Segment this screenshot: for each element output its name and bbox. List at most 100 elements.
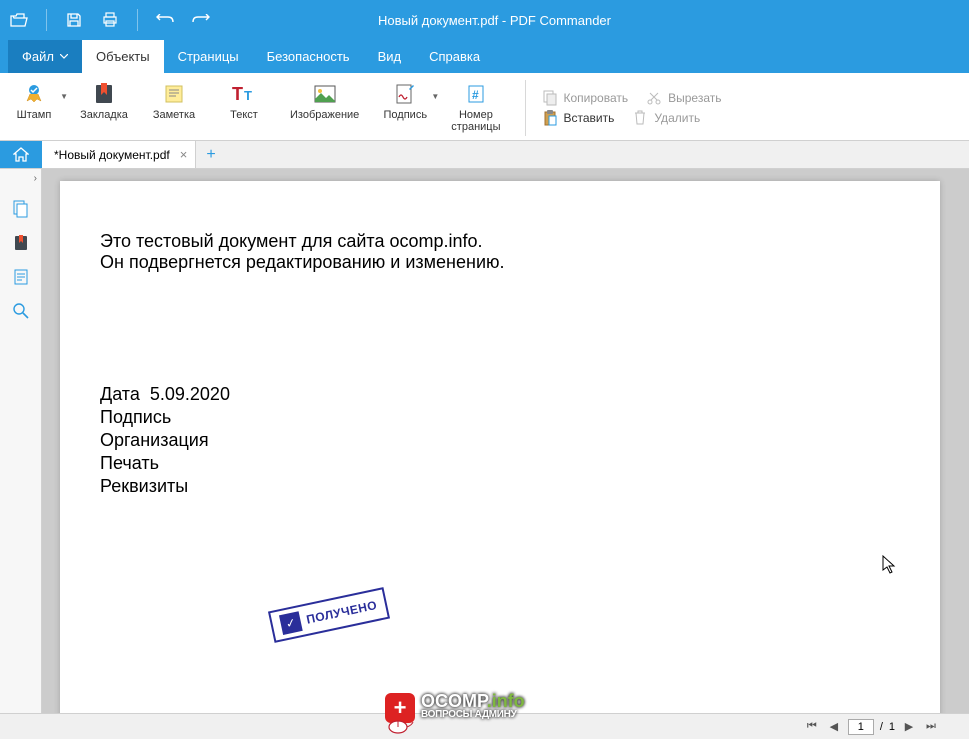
next-page-button[interactable]: ▶ — [901, 720, 917, 733]
menu-file[interactable]: Файл — [8, 40, 82, 73]
quick-access-toolbar — [0, 9, 220, 31]
ribbon-paste-label: Вставить — [564, 111, 615, 125]
ribbon-signature-label: Подпись — [384, 109, 428, 121]
open-icon[interactable] — [10, 11, 28, 29]
doc-text-line1: Это тестовый документ для сайта ocomp.in… — [100, 231, 900, 252]
document-tab-name: *Новый документ.pdf — [54, 148, 170, 162]
sidebar-search-icon[interactable] — [11, 301, 31, 321]
ribbon-note-button[interactable]: Заметка — [150, 82, 198, 133]
ribbon-copy-button: Копировать — [542, 90, 629, 106]
svg-text:T: T — [244, 88, 252, 103]
doc-requisites-label: Реквизиты — [100, 475, 900, 498]
pagenum-icon: # — [462, 82, 490, 106]
svg-text:#: # — [472, 88, 479, 102]
ribbon-delete-button: Удалить — [632, 110, 700, 126]
ribbon-signature-button[interactable]: ▼ Подпись — [381, 82, 429, 133]
menu-file-label: Файл — [22, 49, 54, 64]
print-icon[interactable] — [101, 11, 119, 29]
dropdown-arrow-icon: ▼ — [60, 92, 68, 101]
sidebar-collapse-icon[interactable]: › — [34, 173, 37, 184]
redo-icon[interactable] — [192, 11, 210, 29]
watermark-tagline: ВОПРОСЫ АДМИНУ — [421, 708, 525, 722]
close-tab-button[interactable]: × — [180, 147, 188, 162]
image-icon — [311, 82, 339, 106]
prev-page-button[interactable]: ◀ — [826, 720, 842, 733]
add-tab-button[interactable]: + — [196, 141, 225, 168]
cut-icon — [646, 90, 662, 106]
ribbon-toolbar: ▼ Штамп Закладка Заметка TT Текст Изобр — [0, 73, 969, 141]
watermark-mouse-icon — [388, 720, 414, 734]
ribbon-delete-label: Удалить — [654, 111, 700, 125]
first-page-button[interactable]: ⏮ — [804, 720, 820, 733]
doc-seal-label: Печать — [100, 452, 900, 475]
ribbon-bookmark-label: Закладка — [80, 109, 128, 121]
menu-bar: Файл Объекты Страницы Безопасность Вид С… — [0, 40, 969, 73]
doc-date-label: Дата — [100, 384, 140, 404]
separator — [46, 9, 47, 31]
menu-help[interactable]: Справка — [415, 40, 494, 73]
bookmark-icon — [90, 82, 118, 106]
ribbon-text-label: Текст — [230, 109, 258, 121]
paste-icon — [542, 110, 558, 126]
doc-text-line2: Он подвергнется редактированию и изменен… — [100, 252, 900, 273]
signature-icon — [391, 82, 419, 106]
sidebar: › — [0, 169, 42, 713]
ribbon-text-button[interactable]: TT Текст — [220, 82, 268, 133]
watermark-plus-icon: + — [385, 693, 415, 723]
stamp-text: ПОЛУЧЕНО — [305, 598, 378, 627]
ribbon-stamp-button[interactable]: ▼ Штамп — [10, 82, 58, 133]
window-title: Новый документ.pdf - PDF Commander — [220, 13, 769, 28]
received-stamp[interactable]: ✓ ПОЛУЧЕНО — [268, 587, 390, 643]
delete-icon — [632, 110, 648, 126]
ribbon-group-clipboard: Копировать Вырезать Вставить Удалить — [536, 90, 722, 126]
home-tab[interactable] — [0, 141, 42, 168]
menu-objects[interactable]: Объекты — [82, 40, 164, 73]
ribbon-cut-label: Вырезать — [668, 91, 721, 105]
home-icon — [13, 147, 29, 162]
sidebar-comments-icon[interactable] — [11, 267, 31, 287]
main-area: › Это тестовый документ для сайта ocomp.… — [0, 169, 969, 713]
menu-view[interactable]: Вид — [364, 40, 416, 73]
ribbon-pagenum-label: Номер страницы — [451, 109, 500, 133]
undo-icon[interactable] — [156, 11, 174, 29]
svg-text:T: T — [232, 84, 243, 104]
ribbon-pagenum-button[interactable]: # Номер страницы — [451, 82, 500, 133]
page-total: 1 — [889, 721, 895, 733]
stamp-icon — [20, 82, 48, 106]
ribbon-group-insert: ▼ Штамп Закладка Заметка TT Текст Изобр — [10, 82, 515, 133]
page-sep: / — [880, 721, 883, 733]
separator — [137, 9, 138, 31]
doc-signature-label: Подпись — [100, 406, 900, 429]
watermark-logo: + OCOMP.info ВОПРОСЫ АДМИНУ — [385, 693, 525, 723]
document-tab[interactable]: *Новый документ.pdf × — [42, 141, 196, 168]
chevron-down-icon — [60, 54, 68, 59]
title-bar: Новый документ.pdf - PDF Commander — [0, 0, 969, 40]
stamp-check-icon: ✓ — [279, 611, 303, 635]
sidebar-pages-icon[interactable] — [11, 199, 31, 219]
page-number-input[interactable] — [848, 719, 874, 735]
sidebar-bookmarks-icon[interactable] — [11, 233, 31, 253]
menu-security[interactable]: Безопасность — [253, 40, 364, 73]
doc-date-value: 5.09.2020 — [150, 384, 230, 404]
doc-fields-block: Дата 5.09.2020 Подпись Организация Печат… — [100, 383, 900, 498]
cursor-icon — [882, 555, 898, 575]
ribbon-image-button[interactable]: Изображение — [290, 82, 359, 133]
pdf-page[interactable]: Это тестовый документ для сайта ocomp.in… — [60, 181, 940, 713]
menu-pages[interactable]: Страницы — [164, 40, 253, 73]
document-tabs: *Новый документ.pdf × + — [0, 141, 969, 169]
document-canvas[interactable]: Это тестовый документ для сайта ocomp.in… — [42, 169, 969, 713]
ribbon-stamp-label: Штамп — [17, 109, 52, 121]
ribbon-copy-label: Копировать — [564, 91, 629, 105]
doc-organization-label: Организация — [100, 429, 900, 452]
last-page-button[interactable]: ⏭ — [923, 720, 939, 733]
dropdown-arrow-icon: ▼ — [431, 92, 439, 101]
note-icon — [160, 82, 188, 106]
ribbon-separator — [525, 80, 526, 136]
save-icon[interactable] — [65, 11, 83, 29]
ribbon-cut-button: Вырезать — [646, 90, 721, 106]
ribbon-paste-button[interactable]: Вставить — [542, 110, 615, 126]
ribbon-note-label: Заметка — [153, 109, 195, 121]
copy-icon — [542, 90, 558, 106]
ribbon-bookmark-button[interactable]: Закладка — [80, 82, 128, 133]
ribbon-image-label: Изображение — [290, 109, 359, 121]
